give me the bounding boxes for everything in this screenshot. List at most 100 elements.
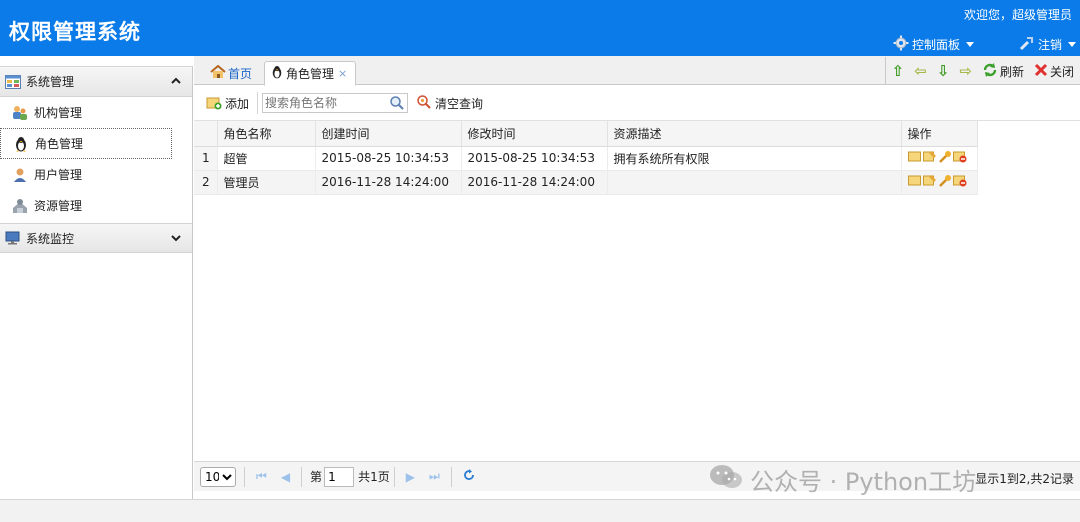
sidebar-section-system-monitor[interactable]: 系统监控 [0, 223, 192, 253]
chevron-up-icon[interactable] [170, 75, 182, 89]
chevron-down-icon[interactable] [170, 232, 182, 246]
pager-divider [244, 466, 245, 487]
left-sidebar: 系统管理 机构管理 角色管理 用户管理 资源管理 系统监控 [0, 66, 193, 500]
prev-page-icon[interactable]: ◀ [281, 470, 290, 484]
chevron-down-icon [966, 42, 974, 47]
actions-cell [901, 170, 978, 195]
page-total: 共1页 [358, 470, 390, 484]
footer-bar [0, 499, 1080, 522]
logout-button[interactable]: 注销 [1019, 35, 1076, 54]
table-row[interactable]: 1 超管 2015-08-25 10:34:53 2015-08-25 10:3… [194, 146, 978, 171]
search-box [262, 93, 409, 114]
arrow-up-icon[interactable]: ⇧ [892, 62, 905, 80]
arrow-down-icon[interactable]: ⇩ [937, 62, 950, 80]
window-grid-icon [5, 74, 21, 89]
penguin-icon [271, 65, 283, 82]
first-page-icon[interactable]: ⏮ [256, 469, 267, 484]
arrow-right-icon[interactable]: ⇨ [959, 62, 972, 80]
reload-icon[interactable] [463, 469, 475, 484]
row-number-header [194, 121, 218, 147]
sidebar-item-organization[interactable]: 机构管理 [0, 97, 172, 128]
column-header[interactable]: 操作 [901, 121, 978, 147]
column-header[interactable]: 资源描述 [607, 121, 902, 147]
table-row[interactable]: 2 管理员 2016-11-28 14:24:00 2016-11-28 14:… [194, 170, 978, 195]
search-input[interactable] [263, 94, 388, 112]
search-icon[interactable] [389, 95, 405, 114]
close-label: 关闭 [1049, 64, 1074, 79]
tab-role-management[interactable]: 角色管理 × [264, 61, 356, 86]
role-name-cell: 超管 [217, 146, 316, 171]
penguin-icon [13, 136, 29, 152]
refresh-label: 刷新 [999, 64, 1024, 79]
tab-strip: 首页 角色管理 × ⇧ ⇦ ⇩ ⇨ 刷新 关闭 [194, 56, 1080, 86]
grant-icon[interactable] [922, 150, 937, 163]
sidebar-item-label: 用户管理 [34, 168, 83, 182]
toolbar-divider [257, 92, 259, 114]
chevron-down-icon [1068, 42, 1076, 47]
close-icon[interactable]: × [338, 67, 347, 80]
last-page-icon[interactable]: ⏭ [429, 469, 440, 484]
tab-home[interactable]: 首页 [204, 61, 258, 85]
created-time-cell: 2016-11-28 14:24:00 [315, 170, 462, 195]
key-icon[interactable] [938, 174, 952, 187]
logout-icon [1019, 35, 1035, 54]
description-cell: 拥有系统所有权限 [607, 146, 902, 171]
column-header[interactable]: 角色名称 [217, 121, 316, 147]
actions-cell [901, 146, 978, 171]
sidebar-section-body: 机构管理 角色管理 用户管理 资源管理 [0, 97, 192, 223]
modified-time-cell: 2015-08-25 10:34:53 [461, 146, 608, 171]
user-icon [12, 167, 28, 183]
edit-icon[interactable] [907, 174, 922, 187]
close-tab-button[interactable]: 关闭 [1034, 63, 1074, 80]
role-grid: 角色名称 创建时间 修改时间 资源描述 操作 1 超管 2015-08-25 1… [194, 120, 1080, 460]
sidebar-item-users[interactable]: 用户管理 [0, 159, 172, 190]
sidebar-item-label: 机构管理 [34, 106, 83, 120]
sidebar-item-label: 角色管理 [35, 137, 84, 151]
page-prefix: 第 [310, 470, 323, 484]
description-cell [607, 170, 902, 195]
sidebar-item-roles[interactable]: 角色管理 [0, 128, 172, 159]
page-size-select[interactable]: 10 [200, 466, 236, 487]
organization-icon [12, 105, 28, 121]
pager-divider [393, 466, 395, 487]
add-icon [206, 94, 222, 113]
pager-info: 显示1到2,共2记录 [975, 472, 1074, 486]
sidebar-item-label: 资源管理 [34, 199, 83, 213]
clear-search-label: 清空查询 [435, 96, 484, 111]
row-number: 1 [194, 146, 218, 171]
sidebar-item-resources[interactable]: 资源管理 [0, 190, 172, 221]
arrow-left-icon[interactable]: ⇦ [914, 62, 927, 80]
resource-icon [12, 198, 28, 214]
column-header[interactable]: 修改时间 [461, 121, 608, 147]
column-header[interactable]: 创建时间 [315, 121, 462, 147]
tab-label: 角色管理 [286, 67, 335, 81]
next-page-icon[interactable]: ▶ [406, 470, 415, 484]
delete-icon[interactable] [952, 174, 967, 187]
refresh-button[interactable]: 刷新 [982, 62, 1024, 81]
close-red-icon [1034, 63, 1048, 80]
role-name-cell: 管理员 [217, 170, 316, 195]
pager-divider [450, 466, 452, 487]
role-table: 角色名称 创建时间 修改时间 资源描述 操作 1 超管 2015-08-25 1… [194, 121, 978, 195]
home-icon [210, 64, 226, 82]
delete-icon[interactable] [952, 150, 967, 163]
tab-label: 首页 [228, 66, 253, 81]
add-button[interactable]: 添加 [206, 94, 249, 113]
clear-search-button[interactable]: 清空查询 [416, 94, 483, 113]
app-header: 权限管理系统 欢迎您，超级管理员 控制面板 注销 [0, 0, 1080, 56]
modified-time-cell: 2016-11-28 14:24:00 [461, 170, 608, 195]
page-number-input[interactable] [324, 466, 355, 487]
sidebar-section-system-management[interactable]: 系统管理 [0, 67, 192, 97]
tab-tools: ⇧ ⇦ ⇩ ⇨ 刷新 关闭 [884, 57, 1080, 85]
clear-search-icon [416, 94, 432, 113]
pager-divider [301, 466, 303, 487]
monitor-icon [5, 231, 21, 245]
grant-icon[interactable] [922, 174, 937, 187]
sidebar-section-label: 系统管理 [26, 75, 75, 89]
control-panel-label: 控制面板 [911, 38, 960, 52]
edit-icon[interactable] [907, 150, 922, 163]
control-panel-button[interactable]: 控制面板 [893, 35, 974, 54]
refresh-icon [982, 62, 998, 81]
content-toolbar: 添加 清空查询 [194, 86, 1080, 120]
key-icon[interactable] [938, 150, 952, 163]
